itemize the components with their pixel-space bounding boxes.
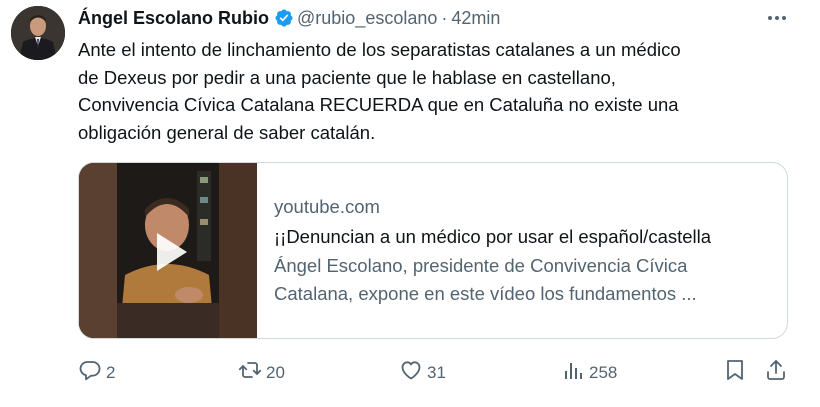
card-title: ¡¡Denuncian a un médico por usar el espa… xyxy=(274,226,712,247)
share-icon xyxy=(764,358,788,387)
avatar-image xyxy=(11,6,65,60)
tweet: Ángel Escolano Rubio @rubio_escolano · 4… xyxy=(0,0,820,407)
views-button[interactable]: 258 xyxy=(561,358,617,387)
tweet-text-line: Ante el intento de linchamiento de los s… xyxy=(78,39,681,60)
like-count: 31 xyxy=(427,362,446,382)
author-handle[interactable]: @rubio_escolano xyxy=(297,8,437,29)
retweet-button[interactable]: 20 xyxy=(238,358,285,387)
tweet-text-line: Convivencia Cívica Catalana RECUERDA que… xyxy=(78,94,679,115)
link-card[interactable]: youtube.com ¡¡Denuncian a un médico por … xyxy=(78,162,788,339)
views-icon xyxy=(561,358,585,387)
like-icon xyxy=(399,358,423,387)
author-name[interactable]: Ángel Escolano Rubio xyxy=(78,8,269,29)
reply-button[interactable]: 2 xyxy=(78,358,115,387)
retweet-count: 20 xyxy=(266,362,285,382)
views-count: 258 xyxy=(589,362,618,382)
reply-icon xyxy=(78,358,102,387)
card-description: Ángel Escolano, presidente de Convivenci… xyxy=(274,252,787,308)
reply-count: 2 xyxy=(106,362,116,382)
tweet-text-line: obligación general de saber catalán. xyxy=(78,121,376,143)
more-icon[interactable] xyxy=(766,8,788,28)
share-button[interactable] xyxy=(764,358,788,387)
action-bar: 2 20 31 258 xyxy=(78,358,790,386)
card-description-line: Catalana, expone en este vídeo los funda… xyxy=(274,283,697,304)
tweet-text: Ante el intento de linchamiento de los s… xyxy=(78,36,798,146)
bookmark-button[interactable] xyxy=(723,358,747,387)
timestamp[interactable]: 42min xyxy=(451,8,500,29)
tweet-header: Ángel Escolano Rubio @rubio_escolano · 4… xyxy=(78,6,500,30)
like-button[interactable]: 31 xyxy=(399,358,446,387)
tweet-text-line: de Dexeus por pedir a una paciente que l… xyxy=(78,66,616,88)
avatar[interactable] xyxy=(11,6,65,60)
separator-dot: · xyxy=(441,7,448,28)
video-thumbnail[interactable] xyxy=(79,163,257,338)
card-domain: youtube.com xyxy=(274,196,380,217)
verified-badge-icon[interactable] xyxy=(274,8,294,28)
retweet-icon xyxy=(238,358,262,387)
card-description-line: Ángel Escolano, presidente de Convivenci… xyxy=(274,255,688,276)
bookmark-icon xyxy=(723,358,747,387)
card-info: youtube.com ¡¡Denuncian a un médico por … xyxy=(257,163,787,338)
